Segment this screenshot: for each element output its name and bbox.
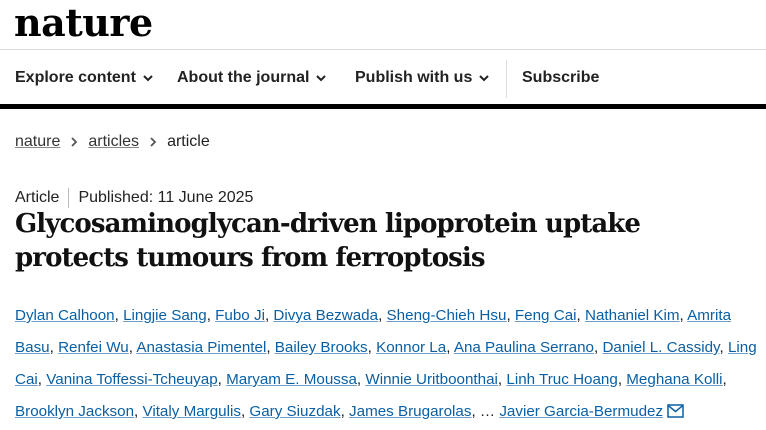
breadcrumb: nature articles article <box>15 132 210 152</box>
nav-item-label: About the journal <box>177 69 310 86</box>
author-link[interactable]: Anastasia Pimentel <box>136 339 266 356</box>
article-title: Glycosaminoglycan-driven lipoprotein upt… <box>15 209 641 273</box>
chevron-down-icon <box>478 72 490 84</box>
author-link[interactable]: Divya Bezwada <box>273 307 378 324</box>
author-link[interactable]: Bailey Brooks <box>275 339 368 356</box>
author-link[interactable]: Daniel L. Cassidy <box>602 339 719 356</box>
nav-item-label: Explore content <box>15 69 136 86</box>
subscribe-label: Subscribe <box>522 69 600 86</box>
chevron-down-icon <box>315 72 327 84</box>
site-header: nature <box>0 0 766 48</box>
author-link[interactable]: Vanina Toffessi-Tcheuyap <box>46 371 217 388</box>
nav-divider <box>506 60 507 98</box>
author-link[interactable]: Brooklyn Jackson <box>15 403 134 420</box>
author-link[interactable]: Feng Cai <box>515 307 577 324</box>
author-list: Dylan Calhoon, Lingjie Sang, Fubo Ji, Di… <box>15 300 765 430</box>
author-link[interactable]: Dylan Calhoon <box>15 307 115 324</box>
nav-about-the-journal[interactable]: About the journal <box>177 50 327 106</box>
nav-bottom-rule <box>0 104 766 109</box>
author-link[interactable]: Renfei Wu <box>58 339 129 356</box>
author-link[interactable]: Linh Truc Hoang <box>506 371 617 388</box>
article-meta: Article Published: 11 June 2025 <box>15 188 253 208</box>
author-link[interactable]: Winnie Uritboonthai <box>365 371 498 388</box>
main-navigation: Explore content About the journal Publis… <box>0 49 766 106</box>
author-link[interactable]: Lingjie Sang <box>123 307 207 324</box>
chevron-right-icon <box>70 136 78 148</box>
article-type: Article <box>15 189 60 206</box>
author-link[interactable]: Maryam E. Moussa <box>226 371 357 388</box>
breadcrumb-nature[interactable]: nature <box>15 133 60 151</box>
author-link[interactable]: Ana Paulina Serrano <box>454 339 594 356</box>
author-link[interactable]: Gary Siuzdak <box>249 403 340 420</box>
chevron-right-icon <box>149 136 157 148</box>
chevron-down-icon <box>142 72 154 84</box>
breadcrumb-current: article <box>167 133 210 150</box>
breadcrumb-articles[interactable]: articles <box>88 133 139 151</box>
subscribe-link[interactable]: Subscribe <box>522 50 599 106</box>
author-link[interactable]: James Brugarolas <box>349 403 471 420</box>
author-link[interactable]: Vitaly Margulis <box>142 403 240 420</box>
corresponding-author-link[interactable]: Javier Garcia-Bermudez <box>499 403 663 420</box>
authors-ellipsis[interactable]: … <box>480 403 495 420</box>
author-link[interactable]: Sheng-Chieh Hsu <box>387 307 507 324</box>
mail-icon[interactable] <box>667 398 684 430</box>
author-link[interactable]: Nathaniel Kim <box>585 307 680 324</box>
nav-explore-content[interactable]: Explore content <box>15 50 154 106</box>
nature-logo[interactable]: nature <box>14 0 153 46</box>
meta-divider <box>68 188 70 208</box>
author-link[interactable]: Konnor La <box>376 339 446 356</box>
nav-item-label: Publish with us <box>355 69 473 86</box>
nav-publish-with-us[interactable]: Publish with us <box>355 50 490 106</box>
published-date: Published: 11 June 2025 <box>78 189 254 206</box>
author-link[interactable]: Fubo Ji <box>215 307 265 324</box>
author-link[interactable]: Meghana Kolli <box>626 371 722 388</box>
